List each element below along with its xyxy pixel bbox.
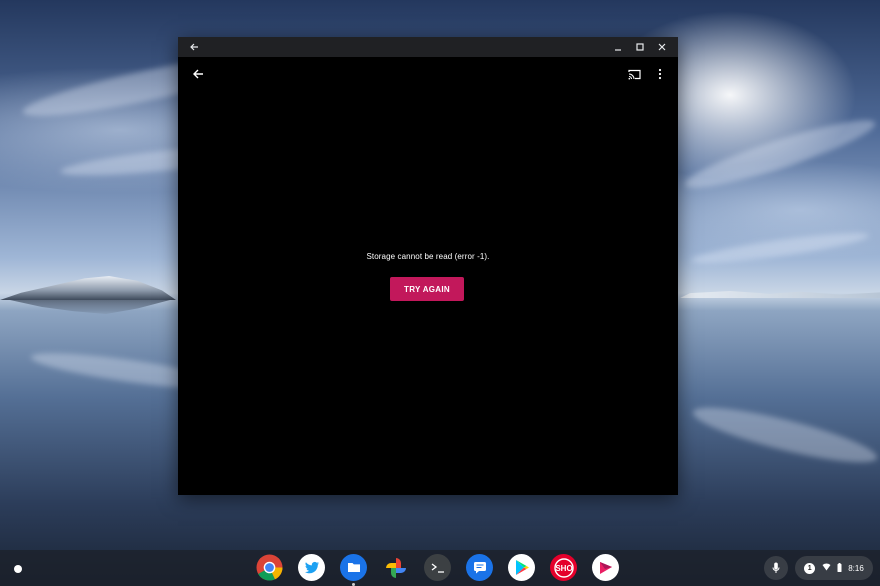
showtime-icon[interactable]: SHO (550, 554, 577, 581)
close-icon[interactable] (652, 37, 672, 57)
launcher-button[interactable] (8, 559, 28, 579)
messages-icon[interactable] (466, 554, 493, 581)
status-tray[interactable]: 1 8:16 (795, 556, 873, 580)
google-photos-icon[interactable] (382, 554, 409, 581)
app-toolbar (178, 57, 678, 91)
player-area: Storage cannot be read (error -1). TRY A… (178, 91, 678, 495)
clock-time: 8:16 (848, 563, 864, 573)
app-window: Storage cannot be read (error -1). TRY A… (178, 37, 678, 495)
more-vert-icon[interactable] (650, 64, 670, 84)
maximize-icon[interactable] (630, 37, 650, 57)
files-icon[interactable] (340, 554, 367, 586)
terminal-icon[interactable] (424, 554, 451, 581)
notification-badge: 1 (804, 562, 816, 574)
minimize-icon[interactable] (608, 37, 628, 57)
shelf: SHO 1 8:16 (0, 550, 880, 586)
battery-icon (837, 562, 842, 574)
window-titlebar (178, 37, 678, 57)
mountain-island (0, 276, 176, 300)
infuse-icon[interactable] (592, 554, 619, 581)
island-reflection (10, 300, 170, 314)
cast-icon[interactable] (624, 64, 644, 84)
wifi-icon (822, 563, 831, 573)
arrow-left-icon[interactable] (184, 37, 204, 57)
microphone-icon[interactable] (764, 556, 788, 580)
play-store-icon[interactable] (508, 554, 535, 581)
try-again-button[interactable]: TRY AGAIN (390, 277, 464, 301)
error-message: Storage cannot be read (error -1). (366, 252, 490, 261)
arrow-left-icon[interactable] (188, 64, 208, 84)
chrome-icon[interactable] (256, 554, 283, 581)
svg-text:SHO: SHO (555, 564, 572, 573)
shelf-apps: SHO (256, 554, 619, 586)
twitter-icon[interactable] (298, 554, 325, 581)
ice-shelf (680, 291, 880, 298)
